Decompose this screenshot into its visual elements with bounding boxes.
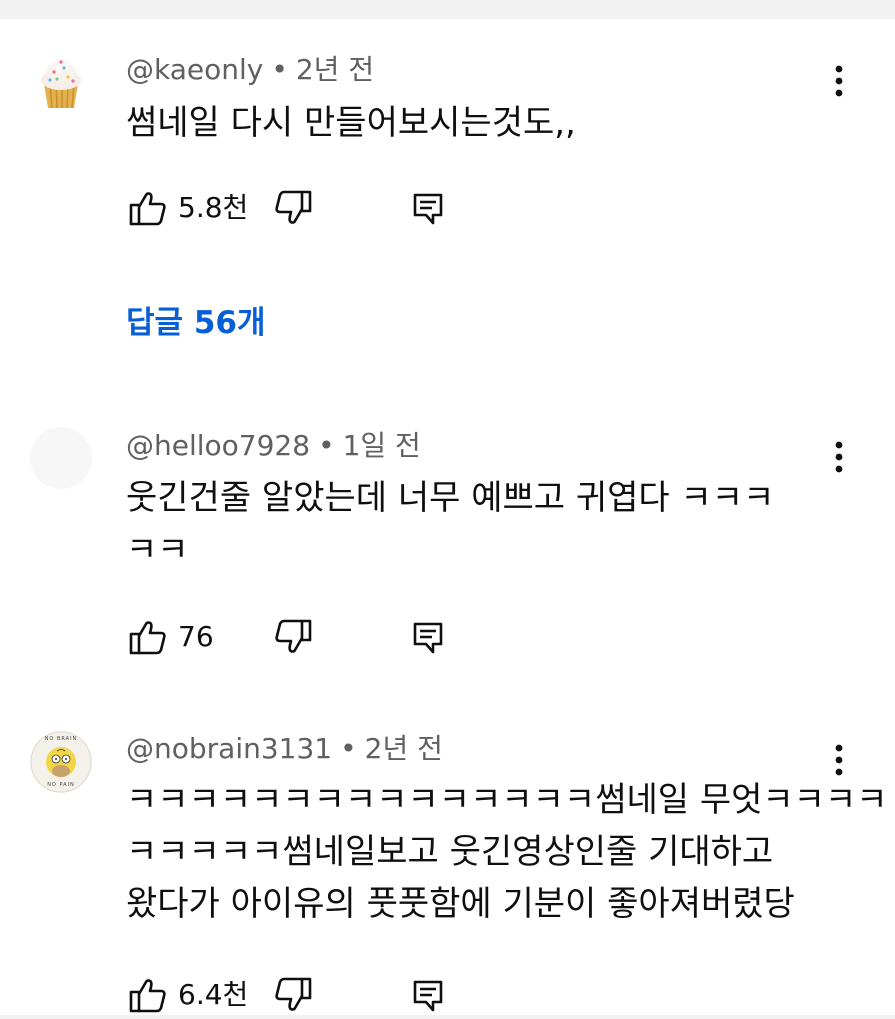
comment-text: 썸네일 다시 만들어보시는것도,, bbox=[126, 97, 826, 149]
comment-line: ㅋㅋㅋㅋㅋㅋㅋㅋㅋㅋㅋㅋㅋㅋㅋ썸네일 무엇ㅋㅋㅋㅋ bbox=[126, 780, 888, 820]
reply-icon[interactable] bbox=[406, 615, 450, 659]
comment-line: ㅋㅋ bbox=[126, 530, 189, 570]
avatar-text-top: NO BRAIN bbox=[44, 736, 78, 742]
comment-author[interactable]: @nobrain3131 bbox=[126, 732, 332, 765]
comment-actions: 76 bbox=[126, 615, 486, 659]
thumbs-up-icon[interactable] bbox=[126, 615, 170, 659]
avatar-text-bottom: NO PAIN bbox=[47, 782, 75, 788]
reply-icon[interactable] bbox=[406, 186, 450, 230]
view-replies-link[interactable]: 답글 56개 bbox=[126, 301, 266, 345]
comment-actions: 6.4천 bbox=[126, 973, 486, 1017]
comment-text: 웃긴건줄 알았는데 너무 예쁘고 귀엽다 ㅋㅋㅋ ㅋㅋ bbox=[126, 472, 826, 576]
comment-meta: @helloo7928 • 1일 전 bbox=[126, 428, 421, 464]
comment-time[interactable]: 1일 전 bbox=[343, 429, 421, 462]
thumbs-down-icon[interactable] bbox=[271, 615, 315, 659]
thumbs-up-icon[interactable] bbox=[126, 973, 170, 1017]
comment-author[interactable]: @kaeonly bbox=[126, 53, 263, 86]
comments-panel: @kaeonly • 2년 전 썸네일 다시 만들어보시는것도,, 5.8천 답… bbox=[0, 0, 895, 1019]
comment-time[interactable]: 2년 전 bbox=[296, 53, 374, 86]
like-count: 5.8천 bbox=[178, 191, 249, 224]
more-options-icon[interactable] bbox=[824, 738, 854, 782]
comment-line: 왔다가 아이유의 풋풋함에 기분이 좋아져버렸당 bbox=[126, 884, 795, 924]
more-options-icon[interactable] bbox=[824, 435, 854, 479]
comment-line: 웃긴건줄 알았는데 너무 예쁘고 귀엽다 ㅋㅋㅋ bbox=[126, 478, 775, 518]
thumbs-down-icon[interactable] bbox=[271, 973, 315, 1017]
comment-meta: @kaeonly • 2년 전 bbox=[126, 52, 374, 88]
like-count: 76 bbox=[178, 620, 214, 653]
thumbs-down-icon[interactable] bbox=[271, 186, 315, 230]
comment-time[interactable]: 2년 전 bbox=[365, 732, 443, 765]
comment-actions: 5.8천 bbox=[126, 186, 486, 230]
comment-line: ㅋㅋㅋㅋㅋ썸네일보고 웃긴영상인줄 기대하고 bbox=[126, 832, 774, 872]
more-options-icon[interactable] bbox=[824, 59, 854, 103]
meta-separator: • bbox=[318, 429, 335, 462]
comment-text: ㅋㅋㅋㅋㅋㅋㅋㅋㅋㅋㅋㅋㅋㅋㅋ썸네일 무엇ㅋㅋㅋㅋ ㅋㅋㅋㅋㅋ썸네일보고 웃긴영… bbox=[126, 774, 888, 930]
like-count: 6.4천 bbox=[178, 978, 249, 1011]
blank-avatar[interactable] bbox=[30, 427, 92, 489]
comment-author[interactable]: @helloo7928 bbox=[126, 429, 310, 462]
cupcake-avatar[interactable] bbox=[30, 50, 92, 112]
comment-meta: @nobrain3131 • 2년 전 bbox=[126, 731, 443, 767]
thumbs-up-icon[interactable] bbox=[126, 186, 170, 230]
meta-separator: • bbox=[271, 53, 288, 86]
top-divider bbox=[0, 0, 895, 19]
homer-no-brain-avatar[interactable]: NO BRAIN NO PAIN bbox=[30, 731, 92, 793]
comment-line: 썸네일 다시 만들어보시는것도,, bbox=[126, 103, 576, 143]
reply-icon[interactable] bbox=[406, 973, 450, 1017]
meta-separator: • bbox=[340, 732, 357, 765]
bottom-divider bbox=[0, 1015, 895, 1019]
